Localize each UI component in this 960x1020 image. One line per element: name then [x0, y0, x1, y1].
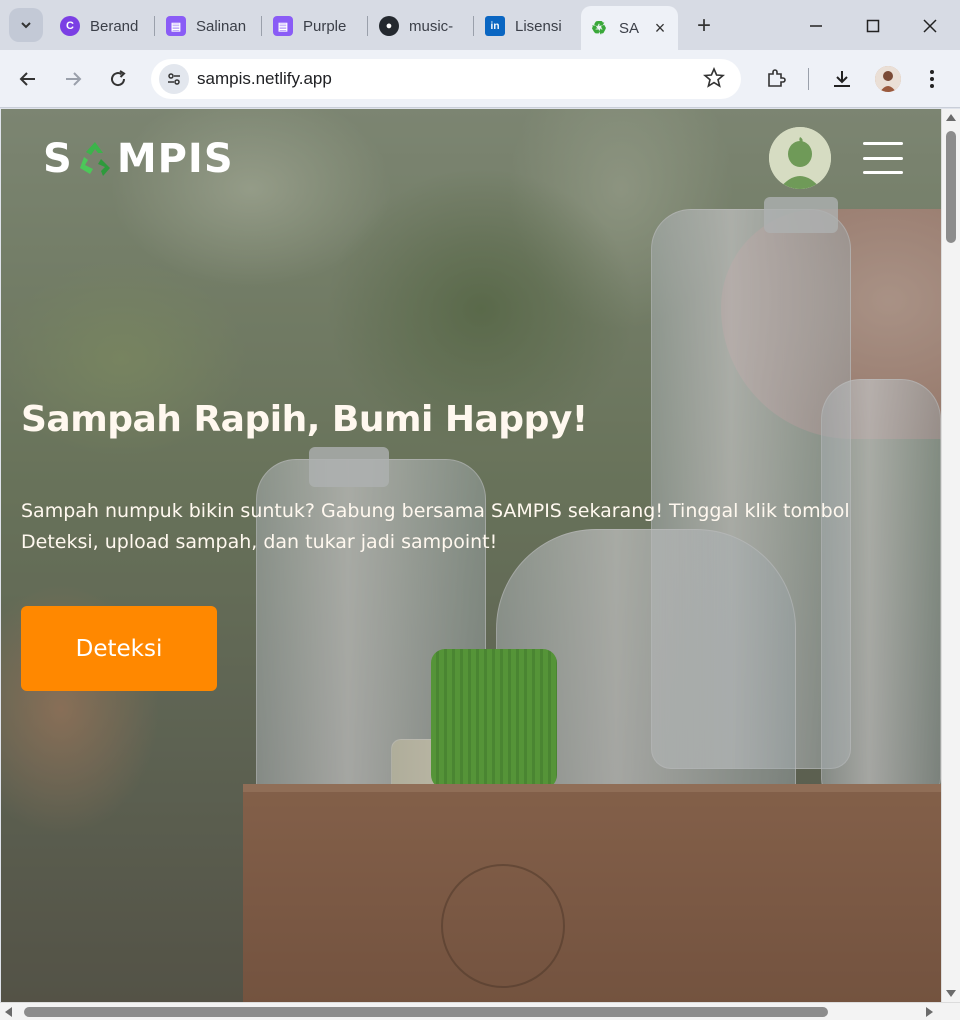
logo-text-right: MPIS — [116, 136, 234, 182]
minimize-icon — [810, 25, 822, 27]
user-avatar-button[interactable] — [769, 127, 831, 189]
tab-salinan[interactable]: ▤ Salinan — [158, 8, 258, 44]
tab-purple[interactable]: ▤ Purple — [265, 8, 365, 44]
vertical-scroll-thumb[interactable] — [946, 131, 956, 243]
arrow-right-icon — [66, 72, 82, 86]
url-text[interactable]: sampis.netlify.app — [197, 69, 332, 89]
downloads-button[interactable] — [826, 63, 858, 95]
new-tab-button[interactable]: + — [690, 12, 718, 40]
scroll-left-arrow-icon[interactable] — [4, 1007, 12, 1017]
tab-sampis[interactable]: ♻ SA × — [581, 6, 678, 50]
scroll-down-arrow-icon[interactable] — [946, 990, 956, 998]
document-icon: ▤ — [273, 16, 293, 36]
recycle-icon — [79, 142, 110, 176]
tab-strip: C Berand ▤ Salinan ▤ Purple ● music- in … — [0, 0, 960, 50]
reload-button[interactable] — [102, 63, 134, 95]
tab-search-button[interactable] — [9, 8, 43, 42]
tab-title: Salinan — [196, 17, 247, 35]
user-icon — [769, 127, 831, 189]
browser-menu-button[interactable] — [916, 63, 948, 95]
back-button[interactable] — [12, 63, 44, 95]
maximize-button[interactable] — [859, 12, 887, 40]
logo-text-left: S — [43, 136, 73, 182]
linkedin-icon: in — [485, 16, 505, 36]
close-tab-icon[interactable]: × — [651, 18, 669, 38]
download-icon — [834, 71, 850, 87]
deteksi-button[interactable]: Deteksi — [21, 606, 217, 691]
document-icon: ▤ — [166, 16, 186, 36]
kebab-menu-icon — [930, 70, 934, 88]
scroll-up-arrow-icon[interactable] — [946, 113, 956, 121]
recycle-icon: ♻ — [590, 17, 608, 38]
chevron-down-icon — [21, 22, 31, 29]
tab-lisensi[interactable]: in Lisensi — [477, 8, 577, 44]
hero-headline: Sampah Rapih, Bumi Happy! — [21, 399, 588, 440]
canva-icon: C — [60, 16, 80, 36]
forward-button[interactable] — [57, 63, 89, 95]
tab-separator — [367, 16, 368, 36]
tab-title: music- — [409, 17, 454, 35]
close-window-button[interactable] — [916, 12, 944, 40]
page-viewport: S MPIS Sampah Rapih, Bumi Happy! Sampah … — [1, 109, 941, 1002]
hamburger-menu-button[interactable] — [863, 142, 903, 174]
scroll-right-arrow-icon[interactable] — [926, 1007, 934, 1017]
maximize-icon — [866, 19, 880, 33]
toolbar-separator — [808, 68, 809, 90]
hamburger-line — [863, 171, 903, 174]
vertical-scrollbar[interactable] — [941, 109, 960, 1002]
hamburger-line — [863, 156, 903, 160]
hero-subtext: Sampah numpuk bikin suntuk? Gabung bersa… — [21, 500, 850, 553]
tab-separator — [473, 16, 474, 36]
browser-toolbar: sampis.netlify.app — [0, 50, 960, 108]
tab-title: Purple — [303, 17, 347, 35]
tab-title: Lisensi — [515, 17, 562, 35]
profile-avatar[interactable] — [875, 66, 901, 92]
minimize-button[interactable] — [802, 12, 830, 40]
bookmark-star-icon[interactable] — [702, 66, 726, 94]
tab-title: Berand — [90, 17, 139, 35]
tab-separator — [261, 16, 262, 36]
site-info-icon[interactable] — [159, 64, 189, 94]
tab-beranda[interactable]: C Berand — [52, 8, 152, 44]
tab-title: SA — [619, 19, 640, 37]
close-icon — [923, 19, 937, 33]
hamburger-line — [863, 142, 903, 145]
address-bar[interactable]: sampis.netlify.app — [151, 59, 741, 99]
puzzle-icon — [768, 69, 786, 87]
sampis-logo[interactable]: S MPIS — [43, 136, 234, 182]
github-icon: ● — [379, 16, 399, 36]
tab-music[interactable]: ● music- — [371, 8, 471, 44]
reload-icon — [111, 70, 126, 87]
tab-separator — [154, 16, 155, 36]
horizontal-scrollbar[interactable] — [0, 1002, 960, 1020]
extensions-button[interactable] — [760, 63, 792, 95]
horizontal-scroll-thumb[interactable] — [24, 1007, 828, 1017]
arrow-left-icon — [19, 72, 35, 86]
